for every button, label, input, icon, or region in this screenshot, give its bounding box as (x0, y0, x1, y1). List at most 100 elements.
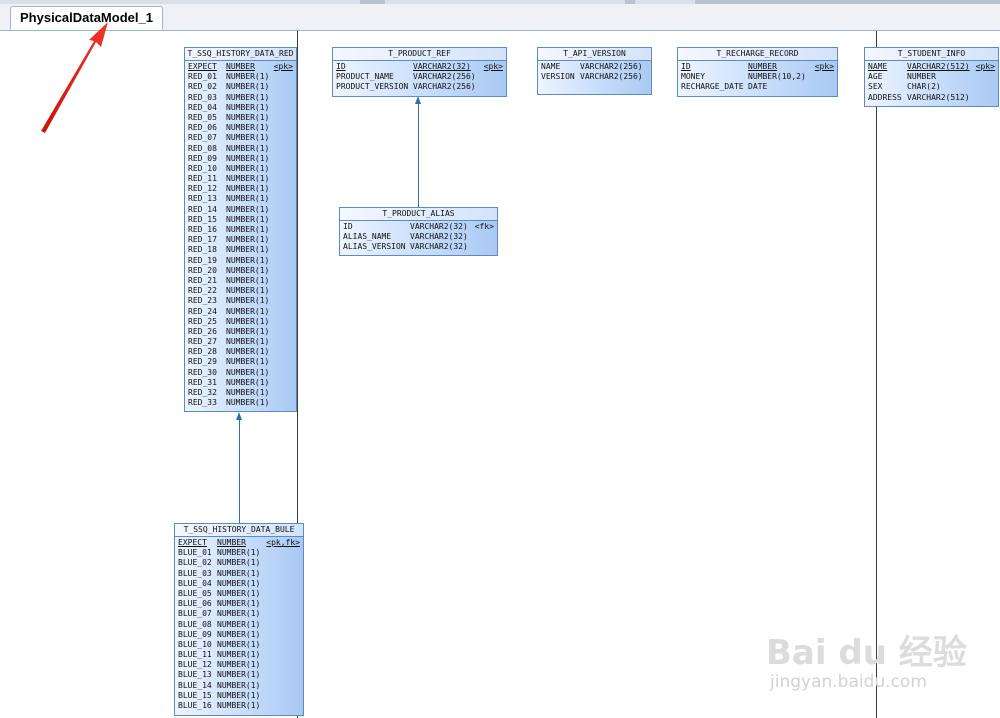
column-name: BLUE_14 (178, 680, 212, 690)
column-key: <fk> (474, 222, 494, 231)
column-row[interactable]: RED_06 NUMBER(1) (188, 123, 293, 133)
reference-line-alias-to-product[interactable] (418, 104, 419, 208)
column-row[interactable]: PRODUCT_VERSION VARCHAR2(256) (336, 82, 503, 92)
column-row[interactable]: RED_14 NUMBER(1) (188, 205, 293, 215)
column-row[interactable]: BLUE_14 NUMBER(1) (178, 681, 300, 691)
column-row[interactable]: RED_31 NUMBER(1) (188, 378, 293, 388)
column-row[interactable]: RED_08 NUMBER(1) (188, 144, 293, 154)
column-row[interactable]: ID VARCHAR2(32) <pk> (336, 62, 503, 72)
column-name: ADDRESS (868, 92, 902, 102)
column-name: BLUE_15 (178, 690, 212, 700)
column-row[interactable]: AGE NUMBER (868, 72, 995, 82)
column-type: NUMBER (226, 62, 255, 71)
column-row[interactable]: NAME VARCHAR2(512) <pk> (868, 62, 995, 72)
column-row[interactable]: BLUE_03 NUMBER(1) (178, 569, 300, 579)
column-row[interactable]: RED_21 NUMBER(1) (188, 276, 293, 286)
column-row[interactable]: BLUE_08 NUMBER(1) (178, 620, 300, 630)
reference-line-blue-to-red[interactable] (239, 420, 240, 524)
column-row[interactable]: RED_19 NUMBER(1) (188, 256, 293, 266)
table-t-recharge-record[interactable]: T_RECHARGE_RECORD ID NUMBER <pk> MONEY NUMBER… (677, 47, 838, 97)
column-row[interactable]: RED_27 NUMBER(1) (188, 337, 293, 347)
table-t-product-ref[interactable]: T_PRODUCT_REF ID VARCHAR2(32) <pk> PRODUCT_N… (332, 47, 507, 97)
column-row[interactable]: ID VARCHAR2(32) <fk> (343, 222, 494, 232)
column-row[interactable]: ALIAS_VERSION VARCHAR2(32) (343, 242, 494, 252)
column-type: VARCHAR2(512) (907, 62, 970, 71)
table-title: T_API_VERSION (538, 48, 651, 61)
column-row[interactable]: BLUE_16 NUMBER(1) (178, 701, 300, 711)
column-row[interactable]: RED_10 NUMBER(1) (188, 164, 293, 174)
column-type: NUMBER(1) (226, 377, 270, 387)
column-row[interactable]: BLUE_09 NUMBER(1) (178, 630, 300, 640)
table-t-student-info[interactable]: T_STUDENT_INFO NAME VARCHAR2(512) <pk> AGE NU… (864, 47, 999, 107)
column-row[interactable]: RED_32 NUMBER(1) (188, 388, 293, 398)
column-row[interactable]: PRODUCT_NAME VARCHAR2(256) (336, 72, 503, 82)
column-row[interactable]: ADDRESS VARCHAR2(512) (868, 93, 995, 103)
column-row[interactable]: BLUE_04 NUMBER(1) (178, 579, 300, 589)
column-name: RED_24 (188, 306, 217, 316)
column-type: NUMBER(1) (226, 214, 270, 224)
column-row[interactable]: VERSION VARCHAR2(256) (541, 72, 648, 82)
column-row[interactable]: RED_04 NUMBER(1) (188, 103, 293, 113)
column-row[interactable]: RED_28 NUMBER(1) (188, 347, 293, 357)
column-row[interactable]: RED_18 NUMBER(1) (188, 245, 293, 255)
column-row[interactable]: RED_05 NUMBER(1) (188, 113, 293, 123)
column-name: RED_26 (188, 326, 217, 336)
column-row[interactable]: RED_03 NUMBER(1) (188, 93, 293, 103)
column-type: NUMBER(1) (217, 701, 261, 710)
column-row[interactable]: RED_12 NUMBER(1) (188, 184, 293, 194)
column-row[interactable]: RED_09 NUMBER(1) (188, 154, 293, 164)
column-row[interactable]: RECHARGE_DATE DATE (681, 82, 834, 92)
column-row[interactable]: BLUE_01 NUMBER(1) (178, 548, 300, 558)
column-row[interactable]: RED_16 NUMBER(1) (188, 225, 293, 235)
column-row[interactable]: RED_26 NUMBER(1) (188, 327, 293, 337)
column-row[interactable]: RED_11 NUMBER(1) (188, 174, 293, 184)
column-row[interactable]: RED_01 NUMBER(1) (188, 72, 293, 82)
column-row[interactable]: BLUE_11 NUMBER(1) (178, 650, 300, 660)
column-type: NUMBER(1) (226, 102, 270, 112)
column-row[interactable]: RED_22 NUMBER(1) (188, 286, 293, 296)
table-t-ssq-history-data-red[interactable]: T_SSQ_HISTORY_DATA_RED EXPECT NUMBER <pk> RE… (184, 47, 297, 412)
column-row[interactable]: RED_02 NUMBER(1) (188, 82, 293, 92)
column-type: NUMBER(1) (226, 388, 270, 397)
column-row[interactable]: RED_15 NUMBER(1) (188, 215, 293, 225)
column-type: NUMBER(1) (226, 367, 270, 377)
column-row[interactable]: EXPECT NUMBER <pk> (188, 62, 293, 72)
column-row[interactable]: RED_24 NUMBER(1) (188, 307, 293, 317)
column-row[interactable]: NAME VARCHAR2(256) (541, 62, 648, 72)
column-row[interactable]: RED_07 NUMBER(1) (188, 133, 293, 143)
column-row[interactable]: RED_29 NUMBER(1) (188, 357, 293, 367)
column-row[interactable]: RED_23 NUMBER(1) (188, 296, 293, 306)
diagram-canvas[interactable] (0, 31, 1000, 718)
column-row[interactable]: EXPECT NUMBER <pk,fk> (178, 538, 300, 548)
watermark-brand: Bai du 经验 (766, 633, 967, 673)
column-row[interactable]: BLUE_05 NUMBER(1) (178, 589, 300, 599)
column-row[interactable]: BLUE_12 NUMBER(1) (178, 660, 300, 670)
column-row[interactable]: BLUE_10 NUMBER(1) (178, 640, 300, 650)
column-row[interactable]: ID NUMBER <pk> (681, 62, 834, 72)
tab-physical-data-model[interactable]: PhysicalDataModel_1 (10, 6, 163, 30)
column-type: VARCHAR2(512) (907, 92, 970, 102)
column-row[interactable]: RED_17 NUMBER(1) (188, 235, 293, 245)
column-row[interactable]: BLUE_06 NUMBER(1) (178, 599, 300, 609)
column-row[interactable]: RED_25 NUMBER(1) (188, 317, 293, 327)
reference-arrowhead-icon (415, 96, 421, 104)
column-row[interactable]: BLUE_13 NUMBER(1) (178, 670, 300, 680)
column-row[interactable]: ALIAS_NAME VARCHAR2(32) (343, 232, 494, 242)
column-name: RED_27 (188, 337, 217, 347)
column-type: VARCHAR2(256) (413, 82, 476, 92)
column-type: VARCHAR2(256) (580, 62, 643, 71)
column-row[interactable]: RED_33 NUMBER(1) (188, 398, 293, 408)
column-row[interactable]: RED_30 NUMBER(1) (188, 368, 293, 378)
table-t-api-version[interactable]: T_API_VERSION NAME VARCHAR2(256) VERSION VAR… (537, 47, 652, 95)
column-row[interactable]: MONEY NUMBER(10,2) (681, 72, 834, 82)
column-row[interactable]: BLUE_15 NUMBER(1) (178, 691, 300, 701)
column-row[interactable]: RED_13 NUMBER(1) (188, 194, 293, 204)
column-row[interactable]: BLUE_07 NUMBER(1) (178, 609, 300, 619)
table-t-ssq-history-data-bule[interactable]: T_SSQ_HISTORY_DATA_BULE EXPECT NUMBER <pk,f… (174, 523, 304, 716)
column-row[interactable]: RED_20 NUMBER(1) (188, 266, 293, 276)
column-row[interactable]: SEX CHAR(2) (868, 82, 995, 92)
column-row[interactable]: BLUE_02 NUMBER(1) (178, 558, 300, 568)
table-t-product-alias[interactable]: T_PRODUCT_ALIAS ID VARCHAR2(32) <fk> ALIAS_N… (339, 207, 498, 256)
column-type: NUMBER(1) (217, 568, 261, 578)
column-name: VERSION (541, 72, 575, 82)
